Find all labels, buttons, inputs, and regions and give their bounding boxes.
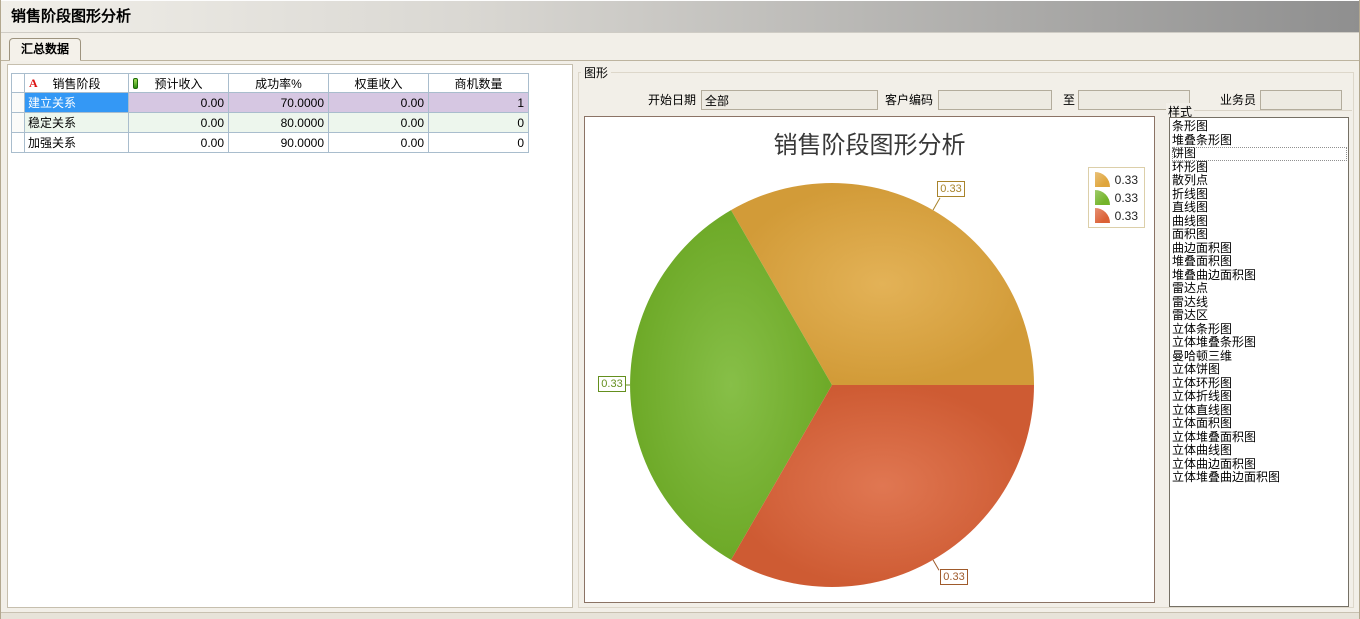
style-item[interactable]: 散列点 [1172,174,1347,188]
legend-item: 0.33 [1095,172,1138,187]
value-cell: 80.0000 [229,113,329,133]
legend-item: 0.33 [1095,208,1138,223]
callout-leader-line [933,560,939,570]
style-item[interactable]: 堆叠曲边面积图 [1172,269,1347,283]
value-cell: 90.0000 [229,133,329,153]
legend-item: 0.33 [1095,190,1138,205]
slice-value-callout: 0.33 [940,569,968,585]
chart-panel: 销售阶段图形分析 0.330.330.33 0.330.330.33 [584,116,1155,603]
style-item[interactable]: 立体饼图 [1172,363,1347,377]
style-item[interactable]: 环形图 [1172,161,1347,175]
style-item[interactable]: 面积图 [1172,228,1347,242]
style-item[interactable]: 曲线图 [1172,215,1347,229]
window-title: 销售阶段图形分析 [1,1,131,33]
customer-code-label: 客户编码 [881,90,933,110]
legend-label: 0.33 [1115,209,1138,223]
summary-table: A 销售阶段 预计收入 成功率% 权重收入 商机数量 建立关系0.0070.00… [11,73,529,153]
start-date-label: 开始日期 [616,90,696,110]
window-titlebar: 销售阶段图形分析 [1,0,1359,33]
summary-table-body: 建立关系0.0070.00000.001稳定关系0.0080.00000.000… [12,93,529,153]
graph-section: 图形 开始日期 客户编码 至 业务员 销售阶段图形分析 0.330.330.33… [578,61,1357,612]
value-cell: 0.00 [329,113,429,133]
style-item[interactable]: 饼图 [1172,147,1347,161]
style-item[interactable]: 雷达区 [1172,309,1347,323]
row-indicator [12,133,25,153]
legend-swatch-quarter-pie-icon [1095,190,1110,205]
style-listbox: 条形图堆叠条形图饼图环形图散列点折线图直线图曲线图面积图曲边面积图堆叠面积图堆叠… [1169,117,1349,607]
value-cell: 0 [429,133,529,153]
style-item[interactable]: 条形图 [1172,120,1347,134]
to-label: 至 [1059,90,1075,110]
style-item[interactable]: 立体直线图 [1172,404,1347,418]
tab-strip: 汇总数据 [1,33,1359,61]
salesman-label: 业务员 [1214,90,1256,110]
value-cell: 0.00 [329,93,429,113]
column-header-stage[interactable]: A 销售阶段 [25,74,129,93]
legend-swatch-quarter-pie-icon [1095,208,1110,223]
tab-summary-data[interactable]: 汇总数据 [9,38,81,61]
row-indicator-header [12,74,25,93]
style-item[interactable]: 曲边面积图 [1172,242,1347,256]
style-item[interactable]: 折线图 [1172,188,1347,202]
style-item[interactable]: 堆叠面积图 [1172,255,1347,269]
column-header-expected-income[interactable]: 预计收入 [129,74,229,93]
value-cell: 0 [429,113,529,133]
filter-bar-icon [133,78,138,89]
bottom-strip [1,612,1359,619]
style-item[interactable]: 堆叠条形图 [1172,134,1347,148]
table-row[interactable]: 加强关系0.0090.00000.000 [12,133,529,153]
style-item[interactable]: 立体环形图 [1172,377,1347,391]
chart-legend: 0.33 0.33 0.33 [1088,167,1145,228]
legend-label: 0.33 [1115,173,1138,187]
table-header-row: A 销售阶段 预计收入 成功率% 权重收入 商机数量 [12,74,529,93]
stage-cell: 加强关系 [25,133,129,153]
graph-group-label: 图形 [581,64,611,81]
style-item[interactable]: 立体堆叠条形图 [1172,336,1347,350]
row-indicator [12,93,25,113]
column-label: 预计收入 [154,77,202,91]
slice-value-callout: 0.33 [937,181,965,197]
salesman-input[interactable] [1260,90,1342,110]
style-item[interactable]: 立体折线图 [1172,390,1347,404]
value-cell: 0.00 [129,113,229,133]
value-cell: 0.00 [129,93,229,113]
style-item[interactable]: 立体条形图 [1172,323,1347,337]
style-item[interactable]: 立体曲边面积图 [1172,458,1347,472]
legend-label: 0.33 [1115,191,1138,205]
column-header-weighted-income[interactable]: 权重收入 [329,74,429,93]
table-row[interactable]: 稳定关系0.0080.00000.000 [12,113,529,133]
column-label: 商机数量 [454,77,502,91]
value-cell: 0.00 [329,133,429,153]
table-row[interactable]: 建立关系0.0070.00000.001 [12,93,529,113]
column-header-opportunity-count[interactable]: 商机数量 [429,74,529,93]
style-item[interactable]: 雷达点 [1172,282,1347,296]
table-panel: A 销售阶段 预计收入 成功率% 权重收入 商机数量 建立关系0.0070.00… [7,64,573,608]
slice-value-callout: 0.33 [598,376,626,392]
start-date-input[interactable] [701,90,878,110]
column-label: 销售阶段 [52,77,100,91]
value-cell: 0.00 [129,133,229,153]
style-group-line [1194,110,1352,111]
legend-swatch-quarter-pie-icon [1095,172,1110,187]
style-item[interactable]: 立体曲线图 [1172,444,1347,458]
style-item[interactable]: 立体面积图 [1172,417,1347,431]
stage-cell: 建立关系 [25,93,129,113]
sort-a-icon: A [29,76,38,91]
pie-svg [585,117,1156,604]
value-cell: 70.0000 [229,93,329,113]
value-cell: 1 [429,93,529,113]
column-header-success-rate[interactable]: 成功率% [229,74,329,93]
style-item[interactable]: 雷达线 [1172,296,1347,310]
callout-leader-line [933,198,940,210]
stage-cell: 稳定关系 [25,113,129,133]
style-item[interactable]: 立体堆叠曲边面积图 [1172,471,1347,485]
column-label: 成功率% [255,77,302,91]
style-item[interactable]: 直线图 [1172,201,1347,215]
column-label: 权重收入 [354,77,402,91]
row-indicator [12,113,25,133]
style-item[interactable]: 立体堆叠面积图 [1172,431,1347,445]
customer-code-from-input[interactable] [938,90,1052,110]
style-item[interactable]: 曼哈顿三维 [1172,350,1347,364]
